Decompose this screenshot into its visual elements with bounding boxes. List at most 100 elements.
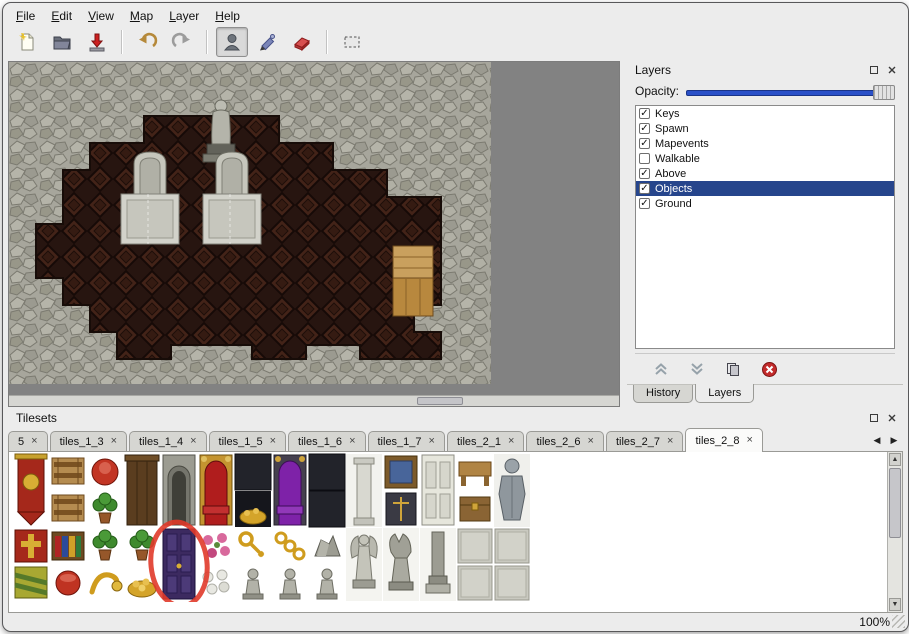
tile-dark[interactable] (235, 454, 271, 490)
menu-map[interactable]: Map (123, 7, 160, 25)
opacity-slider[interactable] (686, 84, 895, 99)
tile-gray-block[interactable] (458, 566, 492, 600)
layer-visibility-checkbox[interactable]: ✓ (639, 198, 650, 209)
eraser-tool-button[interactable] (286, 27, 318, 57)
layer-row-mapevents[interactable]: ✓Mapevents (636, 136, 894, 151)
tab-close-icon[interactable]: × (111, 436, 117, 447)
brush-tool-button[interactable] (251, 27, 283, 57)
redo-button[interactable] (166, 27, 198, 57)
dock-float-button[interactable] (866, 411, 881, 425)
tile-wood-cabinet[interactable] (125, 455, 159, 525)
tile-gold-chain[interactable] (276, 533, 304, 559)
tileset-tab-tiles_2_7[interactable]: tiles_2_7× (606, 431, 683, 451)
tile-statue[interactable] (243, 569, 263, 599)
dock-tab-history[interactable]: History (633, 385, 693, 403)
duplicate-layer-button[interactable] (723, 359, 743, 379)
layer-row-ground[interactable]: ✓Ground (636, 196, 894, 211)
tile-purple-throne[interactable] (274, 455, 306, 525)
layer-visibility-checkbox[interactable]: ✓ (639, 123, 650, 134)
tab-close-icon[interactable]: × (429, 436, 435, 447)
tile-gold-key[interactable] (240, 533, 263, 556)
tile-armor-statue[interactable] (494, 454, 530, 527)
slider-track[interactable] (686, 90, 893, 96)
tile-angel-statue[interactable] (346, 528, 382, 601)
tile-gray-block[interactable] (458, 529, 492, 563)
tileset-tab-tiles_2_8[interactable]: tiles_2_8× (685, 428, 762, 452)
tileset-tab-tiles_1_3[interactable]: tiles_1_3× (50, 431, 127, 451)
scrollbar-thumb[interactable] (889, 468, 901, 538)
tile-gray-block[interactable] (495, 566, 529, 600)
tileset-canvas[interactable] (9, 452, 569, 602)
slider-handle[interactable] (873, 85, 895, 100)
tile-gray-block[interactable] (495, 529, 529, 563)
tileset-tab-5[interactable]: 5× (8, 431, 48, 451)
tab-close-icon[interactable]: × (270, 436, 276, 447)
layer-row-objects[interactable]: ✓Objects (636, 181, 894, 196)
tileset-tab-tiles_1_4[interactable]: tiles_1_4× (129, 431, 206, 451)
scrollbar-thumb[interactable] (417, 397, 463, 405)
tile-gold-pile[interactable] (235, 491, 271, 527)
map-view[interactable] (8, 61, 620, 407)
tile-monument[interactable] (420, 528, 456, 601)
raise-layer-button[interactable] (651, 359, 671, 379)
scroll-down-arrow[interactable]: ▼ (889, 598, 901, 611)
tile-red-cushion[interactable] (92, 459, 118, 485)
layer-row-keys[interactable]: ✓Keys (636, 106, 894, 121)
layer-visibility-checkbox[interactable] (639, 153, 650, 164)
tab-close-icon[interactable]: × (349, 436, 355, 447)
tile-loom[interactable] (52, 458, 84, 484)
tileset-tab-tiles_1_7[interactable]: tiles_1_7× (368, 431, 445, 451)
tileset-tab-tiles_2_1[interactable]: tiles_2_1× (447, 431, 524, 451)
tile-green-banner[interactable] (15, 567, 47, 598)
undo-button[interactable] (131, 27, 163, 57)
tile-stone-door[interactable] (163, 455, 195, 525)
new-map-button[interactable] (11, 27, 43, 57)
layer-visibility-checkbox[interactable]: ✓ (639, 138, 650, 149)
tile-red-banner[interactable] (15, 454, 47, 525)
tile-chest[interactable] (460, 497, 490, 521)
dock-float-button[interactable] (866, 63, 881, 77)
menu-layer[interactable]: Layer (162, 7, 206, 25)
tile-statue[interactable] (280, 569, 300, 599)
rect-select-tool-button[interactable] (336, 27, 368, 57)
tile-rock-pile[interactable] (315, 536, 340, 556)
tile-loom[interactable] (52, 495, 84, 521)
tile-dark[interactable] (309, 491, 345, 527)
tab-close-icon[interactable]: × (190, 436, 196, 447)
tile-bookshelf[interactable] (52, 532, 84, 560)
tile-statue[interactable] (317, 569, 337, 599)
tab-close-icon[interactable]: × (746, 435, 752, 446)
lower-layer-button[interactable] (687, 359, 707, 379)
scroll-up-arrow[interactable]: ▲ (889, 453, 901, 466)
tile-purple-door[interactable] (163, 529, 195, 599)
tile-white-door[interactable] (422, 455, 454, 525)
dock-close-button[interactable] (884, 411, 899, 425)
tile-gargoyle[interactable] (383, 528, 419, 601)
tile-red-pot[interactable] (56, 571, 80, 595)
object-stamp-tool-button[interactable] (216, 27, 248, 57)
open-map-button[interactable] (46, 27, 78, 57)
tab-scroll-right-button[interactable]: ▶ (887, 433, 901, 448)
layers-list[interactable]: ✓Keys✓Spawn✓MapeventsWalkable✓Above✓Obje… (635, 105, 895, 349)
tile-dark[interactable] (309, 454, 345, 490)
menu-edit[interactable]: Edit (44, 7, 79, 25)
layer-visibility-checkbox[interactable]: ✓ (639, 183, 650, 194)
layer-visibility-checkbox[interactable]: ✓ (639, 108, 650, 119)
tile-picture-frame[interactable] (385, 456, 417, 488)
tab-close-icon[interactable]: × (667, 436, 673, 447)
map-canvas[interactable] (9, 62, 491, 384)
tile-gold-horn[interactable] (92, 575, 122, 592)
tab-scroll-left-button[interactable]: ◀ (870, 433, 884, 448)
tile-plant[interactable] (93, 530, 117, 560)
tileset-tab-tiles_2_6[interactable]: tiles_2_6× (526, 431, 603, 451)
layer-visibility-checkbox[interactable]: ✓ (639, 168, 650, 179)
tile-white-pillar[interactable] (346, 454, 382, 527)
tile-shield-banner[interactable] (15, 530, 47, 562)
tab-close-icon[interactable]: × (31, 436, 37, 447)
dock-close-button[interactable] (884, 63, 899, 77)
layer-row-above[interactable]: ✓Above (636, 166, 894, 181)
menu-view[interactable]: View (81, 7, 121, 25)
menu-file[interactable]: File (9, 7, 42, 25)
save-map-button[interactable] (81, 27, 113, 57)
tileset-vertical-scrollbar[interactable]: ▲ ▼ (887, 452, 902, 612)
